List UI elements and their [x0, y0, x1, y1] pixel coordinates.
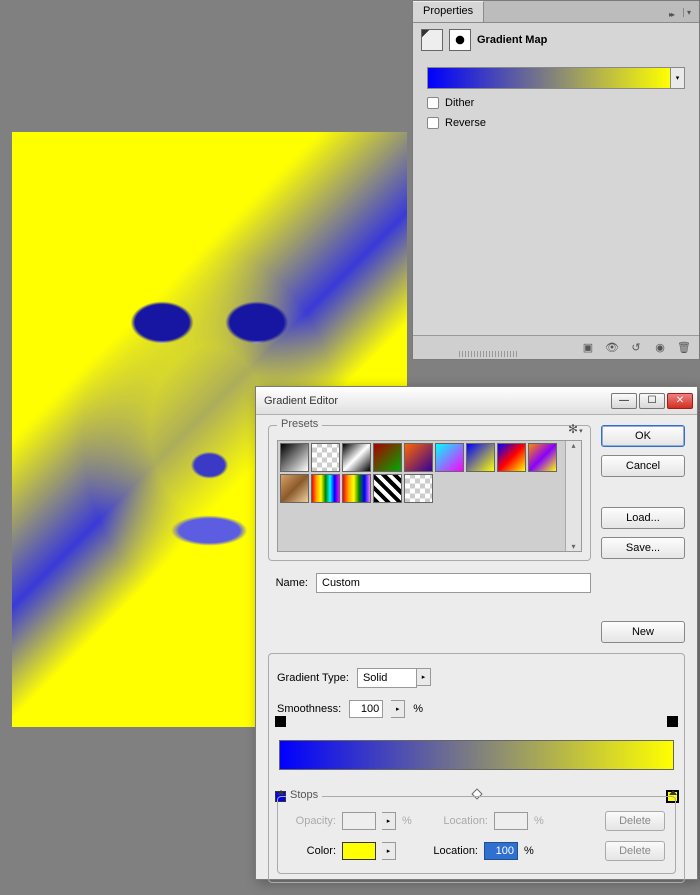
opacity-location-label: Location:	[440, 815, 488, 827]
opacity-stop-left[interactable]	[275, 716, 286, 727]
reverse-checkbox[interactable]	[427, 117, 439, 129]
name-input[interactable]: Custom	[316, 573, 591, 593]
layer-mask-icon[interactable]	[449, 29, 471, 51]
opacity-location-pct: %	[534, 815, 546, 827]
gradient-bar[interactable]	[279, 740, 674, 770]
preset-swatch[interactable]	[404, 474, 433, 503]
gradient-settings-group: Gradient Type: Solid Smoothness: 100 %	[268, 653, 685, 883]
dither-label: Dither	[445, 97, 474, 109]
window-minimize-button[interactable]: —	[611, 393, 637, 409]
toggle-visibility-icon[interactable]: ◉	[651, 340, 669, 356]
preset-swatch[interactable]	[497, 443, 526, 472]
dialog-title: Gradient Editor	[264, 395, 338, 407]
preset-grid	[278, 441, 565, 551]
dialog-titlebar[interactable]: Gradient Editor — ☐ ✕	[256, 387, 697, 415]
gradient-bar-area[interactable]	[277, 728, 676, 788]
smoothness-stepper-icon[interactable]	[391, 700, 405, 718]
opacity-label: Opacity:	[288, 815, 336, 827]
preset-swatch[interactable]	[311, 474, 340, 503]
preset-swatch[interactable]	[373, 443, 402, 472]
preset-swatch[interactable]	[466, 443, 495, 472]
preset-swatch[interactable]	[373, 474, 402, 503]
color-location-pct: %	[524, 845, 536, 857]
reset-icon[interactable]: ↺	[627, 340, 645, 356]
color-label: Color:	[288, 845, 336, 857]
opacity-stepper-icon	[382, 812, 396, 830]
window-maximize-button[interactable]: ☐	[639, 393, 665, 409]
preset-swatch[interactable]	[435, 443, 464, 472]
adjustment-title: Gradient Map	[477, 34, 547, 46]
opacity-location-input	[494, 812, 528, 830]
stops-group: Stops Opacity: % Location: % Delete	[277, 796, 676, 874]
panel-resize-grip[interactable]	[459, 351, 519, 357]
adjustment-thumb-icon[interactable]	[421, 29, 443, 51]
opacity-input	[342, 812, 376, 830]
preset-swatch[interactable]	[280, 443, 309, 472]
panel-collapse-icon[interactable]	[669, 8, 681, 16]
preset-swatch[interactable]	[342, 474, 371, 503]
smoothness-input[interactable]: 100	[349, 700, 383, 718]
opacity-pct: %	[402, 815, 414, 827]
trash-icon[interactable]: 🗑	[675, 340, 693, 356]
preset-scrollbar[interactable]: ▴▾	[565, 441, 581, 551]
stops-label: Stops	[286, 789, 322, 801]
smoothness-pct: %	[413, 703, 425, 715]
gradient-preview-bar	[428, 68, 670, 88]
window-close-button[interactable]: ✕	[667, 393, 693, 409]
preset-swatch[interactable]	[404, 443, 433, 472]
ok-button[interactable]: OK	[601, 425, 685, 447]
opacity-delete-button: Delete	[605, 811, 665, 831]
save-button[interactable]: Save...	[601, 537, 685, 559]
dither-checkbox[interactable]	[427, 97, 439, 109]
name-label: Name:	[268, 577, 308, 589]
visibility-icon[interactable]: 👁	[603, 340, 621, 356]
preset-swatch[interactable]	[528, 443, 557, 472]
preset-swatch[interactable]	[311, 443, 340, 472]
load-button[interactable]: Load...	[601, 507, 685, 529]
color-location-label: Location:	[430, 845, 478, 857]
gradient-type-select[interactable]: Solid	[357, 668, 417, 688]
cancel-button[interactable]: Cancel	[601, 455, 685, 477]
properties-panel: Properties Gradient Map Dither Reverse ▣…	[412, 0, 700, 360]
clip-to-layer-icon[interactable]: ▣	[579, 340, 597, 356]
smoothness-label: Smoothness:	[277, 703, 341, 715]
tab-properties[interactable]: Properties	[413, 1, 484, 22]
color-delete-button[interactable]: Delete	[605, 841, 665, 861]
gradient-editor-dialog: Gradient Editor — ☐ ✕ Presets ▴▾ N	[255, 386, 698, 880]
gradient-preview[interactable]	[427, 67, 685, 89]
color-location-input[interactable]: 100	[484, 842, 518, 860]
gradient-dropdown-icon[interactable]	[670, 68, 684, 88]
preset-swatch[interactable]	[280, 474, 309, 503]
new-button[interactable]: New	[601, 621, 685, 643]
presets-menu-icon[interactable]	[568, 422, 582, 436]
gradient-type-label: Gradient Type:	[277, 672, 349, 684]
panel-tab-bar: Properties	[413, 1, 699, 23]
panel-footer: ▣ 👁 ↺ ◉ 🗑	[413, 335, 699, 359]
color-dropdown-icon[interactable]	[382, 842, 396, 860]
panel-menu-icon[interactable]	[683, 6, 695, 18]
color-well[interactable]	[342, 842, 376, 860]
presets-group: Presets ▴▾	[268, 425, 591, 561]
presets-label: Presets	[281, 418, 318, 430]
preset-swatch[interactable]	[342, 443, 371, 472]
reverse-label: Reverse	[445, 117, 486, 129]
gradient-type-dropdown-icon[interactable]	[417, 668, 431, 686]
opacity-stop-right[interactable]	[667, 716, 678, 727]
